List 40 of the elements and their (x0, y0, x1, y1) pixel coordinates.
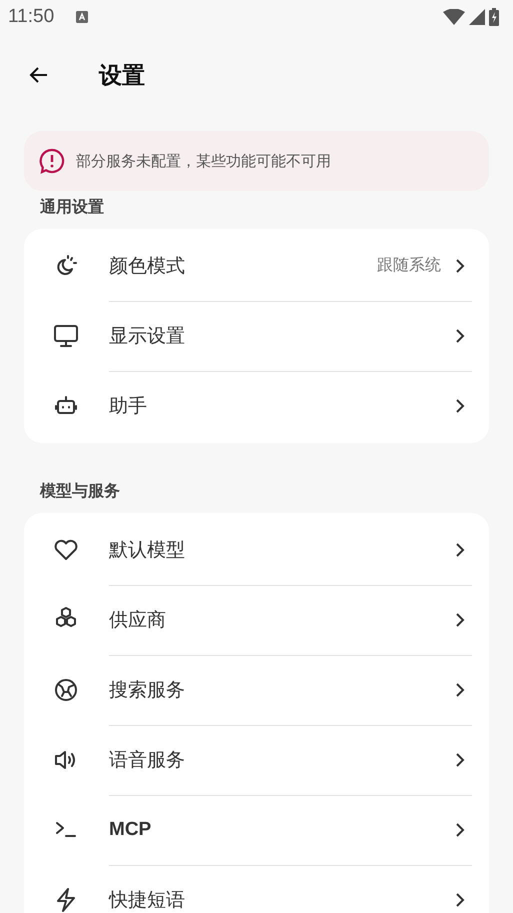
settings-item[interactable]: MCP (24, 795, 489, 865)
monitor-icon (52, 322, 80, 350)
item-label: MCP (109, 818, 152, 840)
item-label: 搜索服务 (109, 678, 185, 702)
item-label: 默认模型 (109, 538, 185, 562)
chevron-icon (455, 542, 465, 558)
item-label: 颜色模式 (109, 254, 185, 278)
notification-icon (76, 11, 88, 23)
warning-text: 部分服务未配置，某些功能可能不可用 (76, 152, 331, 170)
settings-item[interactable]: 搜索服务 (24, 655, 489, 725)
settings-item[interactable]: 显示设置 (24, 301, 489, 371)
settings-item[interactable]: 供应商 (24, 585, 489, 655)
chevron-icon (455, 328, 465, 344)
item-label: 供应商 (109, 608, 166, 632)
globe-icon (52, 676, 80, 704)
item-label: 显示设置 (109, 324, 185, 348)
battery-icon (489, 8, 499, 26)
settings-item[interactable]: 默认模型 (24, 515, 489, 585)
section-title: 模型与服务 (40, 481, 121, 502)
item-label: 快捷短语 (109, 888, 185, 913)
item-label: 助手 (109, 394, 147, 419)
settings-item[interactable]: 语音服务 (24, 725, 489, 795)
item-label: 语音服务 (109, 748, 185, 772)
chevron-icon (455, 752, 465, 768)
signal-icon (469, 9, 485, 25)
chevron-icon (455, 682, 465, 698)
wifi-icon (443, 9, 465, 25)
chevron-icon (455, 892, 465, 908)
chevron-icon (455, 398, 465, 414)
page-title: 设置 (99, 62, 145, 90)
section-title: 通用设置 (40, 197, 105, 218)
settings-item[interactable]: 助手 (24, 371, 489, 441)
chevron-icon (455, 258, 465, 274)
chevron-icon (455, 612, 465, 628)
chevron-icon (455, 822, 465, 838)
status-time: 11:50 (8, 6, 54, 28)
warning-icon (39, 148, 65, 174)
item-value: 跟随系统 (377, 255, 441, 276)
settings-item[interactable]: 颜色模式 跟随系统 (24, 231, 489, 301)
settings-item[interactable]: 快捷短语 (24, 865, 489, 913)
